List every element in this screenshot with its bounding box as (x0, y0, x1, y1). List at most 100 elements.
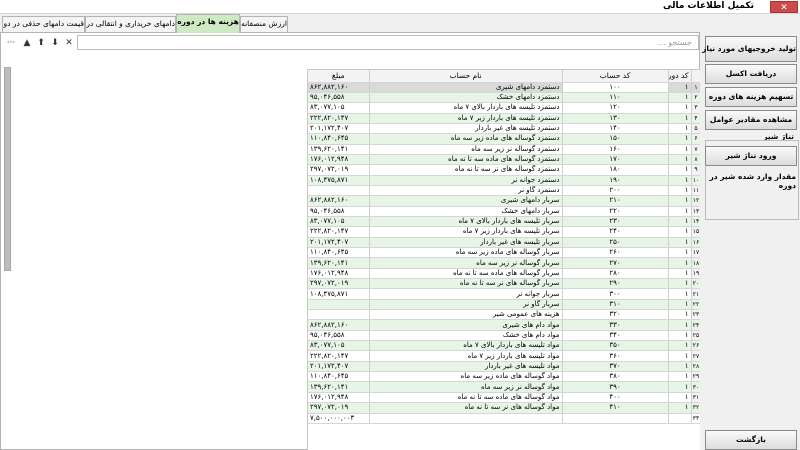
cell-period[interactable]: ۱ (668, 288, 692, 300)
table-row[interactable]: ۸۶۲,۸۸۲,۱۶۰ مواد دام های شیری ۳۳۰ ۱ ۲۴ (308, 319, 700, 331)
cell-account-name[interactable]: مواد گوساله نر زیر سه ماه (369, 381, 563, 393)
cell-account-code[interactable]: ۱۹۰ (562, 175, 669, 186)
table-row[interactable]: ۹۵,۰۴۶,۵۵۸ مواد دام های خشک ۳۴۰ ۱ ۲۵ (308, 330, 700, 342)
row-number[interactable]: ۱۲ (691, 195, 700, 207)
table-row[interactable]: ۱۱۰,۸۴۰,۶۴۵ مواد گوساله های ماده زیر سه م… (308, 371, 700, 383)
row-number[interactable]: ۱۶ (691, 237, 700, 249)
cell-period[interactable]: ۱ (668, 330, 692, 342)
cell-amount[interactable]: ۱۰۸,۴۷۵,۸۷۱ (308, 175, 370, 186)
cell-account-name[interactable]: دستمزد تلیسه های غیر باردار (369, 123, 563, 135)
table-row[interactable]: ۲۰۱,۱۷۲,۴۰۷ سربار تلیسه های غیر باردار ۲۵۰… (308, 237, 700, 249)
cell-period[interactable]: ۱ (668, 123, 692, 135)
cell-amount[interactable]: ۹۵,۰۴۶,۵۵۸ (308, 330, 370, 342)
row-number[interactable]: ۱۱ (691, 185, 700, 197)
move-top-icon[interactable]: ⬆ (35, 37, 47, 49)
cell-account-name[interactable]: سربار گوساله های ماده زیر سه ماه (369, 247, 563, 259)
row-number[interactable]: ۲۷ (691, 350, 700, 362)
cell-amount[interactable]: ۱۰۸,۴۷۵,۸۷۱ (308, 288, 370, 300)
cell-amount[interactable]: ۲۰۱,۱۷۲,۴۰۷ (308, 361, 370, 373)
cell-period[interactable]: ۱ (668, 278, 692, 290)
cell-account-name[interactable]: مواد تلیسه های باردار بالای ۷ ماه (369, 340, 563, 352)
cell-period[interactable]: ۱ (668, 164, 692, 176)
cell-period[interactable]: ۱ (668, 299, 692, 311)
row-number[interactable]: ۱۳ (691, 206, 700, 217)
cell-account-name[interactable]: دستمزد تلیسه های باردار زیر ۷ ماه (369, 113, 563, 124)
cell-amount[interactable]: ۲۹۷,۰۷۲,۰۱۹ (308, 402, 370, 414)
cell-amount[interactable]: ۹۵,۰۴۶,۵۵۸ (308, 92, 370, 104)
row-number[interactable]: ۲۸ (691, 361, 700, 373)
cell-amount[interactable]: ۱۳۹,۶۲۰,۱۴۱ (308, 381, 370, 393)
row-number[interactable]: ۲ (691, 92, 700, 104)
row-number[interactable]: ۱۴ (691, 216, 700, 228)
cell-period[interactable]: ۱ (668, 340, 692, 352)
cell-amount[interactable]: ۱۱۰,۸۴۰,۶۴۵ (308, 247, 370, 259)
cell-account-name[interactable]: سربار جوانه نر (369, 288, 563, 300)
cell-account-name[interactable]: دستمزد تلیسه های باردار بالای ۷ ماه (369, 102, 563, 114)
row-number[interactable]: ۸ (691, 154, 700, 166)
cell-account-code[interactable]: ۱۸۰ (562, 164, 669, 176)
cell-account-name[interactable]: دستمزد جوانه نر (369, 175, 563, 186)
cell-amount[interactable]: ۲۰۱,۱۷۲,۴۰۷ (308, 123, 370, 135)
cell-period[interactable]: ۱ (668, 82, 692, 93)
cell-account-code[interactable]: ۳۴۰ (562, 330, 669, 342)
cell-account-name[interactable]: مواد تلیسه های غیر باردار (369, 361, 563, 373)
scrollbar[interactable] (4, 67, 11, 271)
cell-period[interactable]: ۱ (668, 92, 692, 104)
table-row[interactable]: ۱۳۹,۶۲۰,۱۴۱ مواد گوساله نر زیر سه ماه ۳۹۰ ۱… (308, 381, 700, 393)
cell-amount[interactable]: ۲۲۲,۸۲۰,۱۴۷ (308, 113, 370, 124)
cell-account-name[interactable]: سربار تلیسه های غیر باردار (369, 237, 563, 249)
cell-account-name[interactable]: دستمزد دامهای خشک (369, 92, 563, 104)
cell-account-code[interactable]: ۳۳۰ (562, 319, 669, 331)
tab-culled-livestock-price[interactable]: قیمت دامهای حذفی در دوره (2, 16, 85, 32)
row-number[interactable]: ۲۳ (691, 309, 700, 321)
cell-period[interactable]: ۱ (668, 402, 692, 414)
cell-account-code[interactable]: ۳۷۰ (562, 361, 669, 373)
cell-account-code[interactable]: ۳۰۰ (562, 288, 669, 300)
table-row[interactable]: ۱۰۸,۴۷۵,۸۷۱ سربار جوانه نر ۳۰۰ ۱ ۲۱ (308, 288, 700, 300)
cell-amount[interactable]: ۲۹۷,۰۷۲,۰۱۹ (308, 278, 370, 290)
cell-account-code[interactable]: ۲۸۰ (562, 268, 669, 280)
cell-period[interactable]: ۱ (668, 257, 692, 269)
cell-account-name[interactable]: مواد دام های شیری (369, 319, 563, 331)
cell-amount[interactable]: ۱۱۰,۸۴۰,۶۴۵ (308, 371, 370, 383)
cell-account-code[interactable]: ۴۱۰ (562, 402, 669, 414)
close-icon[interactable]: ✕ (770, 1, 798, 13)
cell-account-code[interactable]: ۱۳۰ (562, 113, 669, 124)
cell-period[interactable]: ۱ (668, 102, 692, 114)
cell-account-code[interactable]: ۱۲۰ (562, 102, 669, 114)
row-number[interactable]: ۶ (691, 133, 700, 145)
cell-account-name[interactable]: مواد گوساله های نر سه تا نه ماه (369, 402, 563, 414)
cell-amount[interactable]: ۸۳,۰۷۷,۱۰۵ (308, 102, 370, 114)
table-row[interactable]: ۲۹۷,۰۷۲,۰۱۹ سربار گوساله های نر سه تا نه … (308, 278, 700, 290)
cell-account-code[interactable]: ۲۴۰ (562, 226, 669, 238)
row-number[interactable]: ۱۰ (691, 175, 700, 186)
cell-period[interactable]: ۱ (668, 195, 692, 207)
cell-amount[interactable]: ۸۳,۰۷۷,۱۰۵ (308, 340, 370, 352)
cell-amount[interactable]: ۸۶۲,۸۸۲,۱۶۰ (308, 319, 370, 331)
cell-account-code[interactable]: ۲۳۰ (562, 216, 669, 228)
table-row[interactable]: ۱۷۶,۰۱۲,۹۴۸ سربار گوساله های ماده سه تا ن… (308, 268, 700, 280)
tab-period-costs[interactable]: هزینه ها در دوره (176, 14, 240, 33)
row-number[interactable]: ۵ (691, 123, 700, 135)
row-number[interactable]: ۳۰ (691, 381, 700, 393)
row-number[interactable]: ۱۸ (691, 257, 700, 269)
table-row[interactable]: ۲۰۱,۱۷۲,۴۰۷ دستمزد تلیسه های غیر باردار ۱۴… (308, 123, 700, 135)
cell-account-code[interactable]: ۳۶۰ (562, 350, 669, 362)
table-row[interactable]: ۸۳,۰۷۷,۱۰۵ دستمزد تلیسه های باردار بالای … (308, 102, 700, 114)
cell-account-name[interactable]: دستمزد گوساله های ماده زیر سه ماه (369, 133, 563, 145)
row-number[interactable]: ۱۹ (691, 268, 700, 280)
cell-account-code[interactable]: ۲۷۰ (562, 257, 669, 269)
cell-account-name[interactable]: سربار تلیسه های باردار بالای ۷ ماه (369, 216, 563, 228)
cell-account-name[interactable]: هزینه های عمومی شیر (369, 309, 563, 321)
cell-amount[interactable]: ۱۳۹,۶۲۰,۱۴۱ (308, 257, 370, 269)
cell-period[interactable]: ۱ (668, 247, 692, 259)
get-excel-button[interactable]: دریافت اکسل (705, 64, 797, 84)
cell-account-name[interactable]: دستمزد گوساله های ماده سه تا نه ماه (369, 154, 563, 166)
cell-account-name[interactable]: سربار گاو نر (369, 299, 563, 311)
table-row[interactable]: ۲۲۲,۸۲۰,۱۴۷ سربار تلیسه های باردار زیر ۷ … (308, 226, 700, 238)
cell-account-name[interactable]: سربار گوساله نر زیر سه ماه (369, 257, 563, 269)
table-row[interactable]: ۲۹۷,۰۷۲,۰۱۹ مواد گوساله های نر سه تا نه م… (308, 402, 700, 414)
row-number[interactable]: ۲۴ (691, 319, 700, 331)
cell-amount[interactable]: ۲۹۷,۰۷۲,۰۱۹ (308, 164, 370, 176)
cell-amount[interactable]: ۲۲۲,۸۲۰,۱۴۷ (308, 350, 370, 362)
